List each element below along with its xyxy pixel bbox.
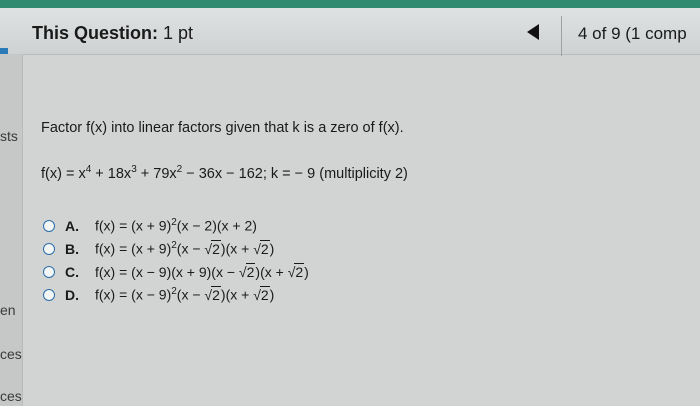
sidebar-fragment[interactable]: ces bbox=[0, 388, 22, 404]
option-b[interactable]: B. f(x) = (x + 9)2(x − √2)(x + √2) bbox=[43, 237, 309, 260]
option-a[interactable]: A. f(x) = (x + 9)2(x − 2)(x + 2) bbox=[43, 214, 309, 237]
option-text: f(x) = (x + 9)2(x − √2)(x + √2) bbox=[95, 239, 275, 257]
header-divider bbox=[561, 16, 562, 56]
option-d[interactable]: D. f(x) = (x − 9)2(x − √2)(x + √2) bbox=[43, 283, 309, 306]
sidebar-fragment[interactable]: ces bbox=[0, 346, 22, 362]
option-text: f(x) = (x − 9)2(x − √2)(x + √2) bbox=[95, 285, 275, 303]
option-text: f(x) = (x − 9)(x + 9)(x − √2)(x + √2) bbox=[95, 262, 309, 280]
radio-button[interactable] bbox=[43, 242, 55, 255]
question-content: Factor f(x) into linear factors given th… bbox=[23, 54, 700, 406]
question-header: This Question: 1 pt 4 of 9 (1 comp bbox=[0, 8, 700, 56]
radio-button[interactable] bbox=[43, 219, 55, 232]
option-letter: A. bbox=[65, 217, 79, 234]
answer-options: A. f(x) = (x + 9)2(x − 2)(x + 2) B. f(x)… bbox=[43, 214, 309, 306]
square-root-icon: √2 bbox=[287, 262, 305, 280]
option-text: f(x) = (x + 9)2(x − 2)(x + 2) bbox=[95, 217, 257, 234]
question-points-value: 1 pt bbox=[163, 23, 194, 43]
radio-button[interactable] bbox=[43, 265, 55, 278]
square-root-icon: √2 bbox=[204, 285, 221, 303]
question-prompt: Factor f(x) into linear factors given th… bbox=[41, 120, 404, 136]
option-letter: C. bbox=[65, 263, 79, 280]
question-points: This Question: 1 pt bbox=[32, 23, 193, 44]
option-letter: B. bbox=[65, 240, 79, 257]
question-points-label: This Question: bbox=[32, 23, 158, 43]
sidebar-edge[interactable]: sts en ces ces bbox=[0, 54, 23, 406]
square-root-icon: √2 bbox=[253, 239, 270, 257]
option-c[interactable]: C. f(x) = (x − 9)(x + 9)(x − √2)(x + √2) bbox=[43, 260, 309, 283]
option-letter: D. bbox=[65, 286, 79, 303]
sidebar-fragment[interactable]: en bbox=[0, 302, 16, 318]
sidebar-fragment[interactable]: sts bbox=[0, 128, 18, 144]
question-progress: 4 of 9 (1 comp bbox=[578, 24, 687, 43]
previous-question-icon[interactable] bbox=[527, 24, 539, 40]
top-accent-bar bbox=[0, 0, 700, 8]
square-root-icon: √2 bbox=[253, 285, 270, 303]
square-root-icon: √2 bbox=[238, 262, 256, 280]
given-function: f(x) = x4 + 18x3 + 79x2 − 36x − 162; k =… bbox=[41, 164, 408, 182]
radio-button[interactable] bbox=[43, 288, 55, 301]
square-root-icon: √2 bbox=[204, 239, 221, 257]
